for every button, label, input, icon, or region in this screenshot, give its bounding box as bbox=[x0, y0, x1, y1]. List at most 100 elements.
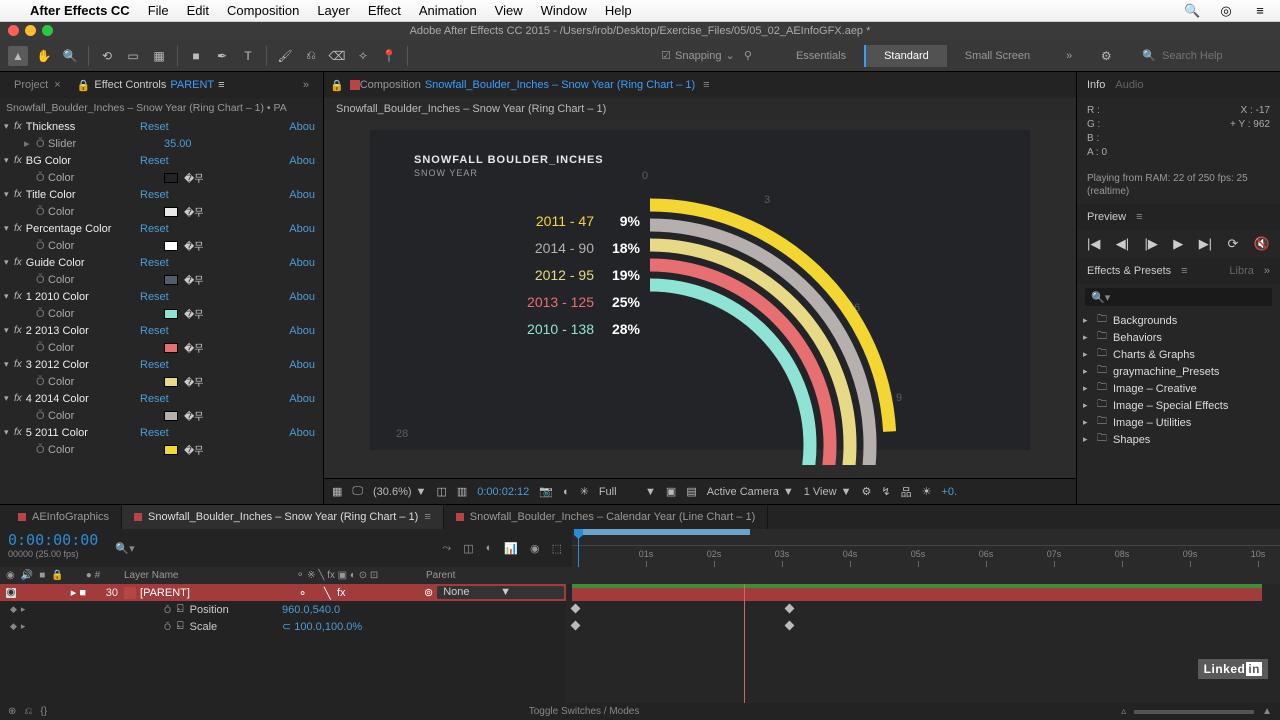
cc-icon[interactable]: ◎ bbox=[1218, 3, 1234, 19]
preset-folder[interactable]: ▸🗀Image – Creative bbox=[1083, 380, 1274, 397]
fx-property[interactable]: ŎColor�무 bbox=[0, 237, 323, 254]
menu-layer[interactable]: Layer bbox=[317, 3, 350, 18]
search-help-input[interactable] bbox=[1162, 50, 1272, 62]
comp-name[interactable]: Snowfall_Boulder_Inches – Snow Year (Rin… bbox=[425, 79, 695, 91]
about-link[interactable]: Abou bbox=[200, 291, 319, 303]
view-layout-icon[interactable]: ▣ bbox=[666, 485, 676, 498]
comp-canvas[interactable]: SNOWFALL BOULDER_INCHES SNOW YEAR 0 3 6 … bbox=[370, 130, 1030, 450]
timeline-search-icon[interactable]: 🔍▾ bbox=[110, 529, 140, 567]
exposure-val[interactable]: +0. bbox=[941, 486, 957, 498]
toggle-switches[interactable]: Toggle Switches / Modes bbox=[55, 706, 1113, 717]
eyedropper-icon[interactable]: �무 bbox=[184, 272, 203, 287]
prev-frame-icon[interactable]: ◀| bbox=[1116, 236, 1129, 252]
ws-standard[interactable]: Standard bbox=[864, 45, 947, 67]
ws-overflow[interactable]: » bbox=[1048, 45, 1090, 67]
reset-link[interactable]: Reset bbox=[140, 427, 200, 439]
workspace-settings-icon[interactable]: ⚙ bbox=[1096, 46, 1116, 66]
color-swatch[interactable] bbox=[164, 309, 178, 319]
about-link[interactable]: Abou bbox=[200, 189, 319, 201]
time-ruler[interactable]: 01s02s03s04s05s06s07s08s09s10s bbox=[572, 529, 1280, 567]
hand-tool[interactable]: ✋ bbox=[34, 46, 54, 66]
layer-name[interactable]: [PARENT] bbox=[140, 587, 294, 599]
traffic-lights[interactable] bbox=[8, 25, 53, 36]
spotlight-icon[interactable]: 🔍 bbox=[1184, 3, 1200, 19]
camera[interactable]: Active Camera ▼ bbox=[707, 486, 794, 498]
last-frame-icon[interactable]: ▶| bbox=[1199, 236, 1212, 252]
reset-link[interactable]: Reset bbox=[140, 291, 200, 303]
grid-tool[interactable]: ▦ bbox=[149, 46, 169, 66]
fast-preview-icon[interactable]: ⚙ bbox=[861, 485, 871, 498]
reset-link[interactable]: Reset bbox=[140, 257, 200, 269]
eyedropper-icon[interactable]: �무 bbox=[184, 442, 203, 457]
about-link[interactable]: Abou bbox=[200, 223, 319, 235]
channel-icon[interactable]: ◐ bbox=[563, 486, 570, 498]
color-swatch[interactable] bbox=[164, 377, 178, 387]
parent-dropdown[interactable]: None ▼ bbox=[437, 586, 564, 599]
about-link[interactable]: Abou bbox=[200, 393, 319, 405]
loop-icon[interactable]: ⟳ bbox=[1227, 236, 1238, 252]
effect-controls-tab[interactable]: 🔒 Effect Controls PARENT ≡ bbox=[69, 79, 233, 92]
preview-icon[interactable]: ↯ bbox=[881, 485, 890, 498]
eyedropper-icon[interactable]: �무 bbox=[184, 408, 203, 423]
preset-folder[interactable]: ▸🗀Shapes bbox=[1083, 431, 1274, 448]
play-icon[interactable]: |▶ bbox=[1145, 236, 1158, 252]
fx-effect[interactable]: ▾fx BG ColorResetAbou bbox=[0, 152, 323, 169]
fx-property[interactable]: ▸ŎSlider35.00 bbox=[0, 135, 323, 152]
pin-icon[interactable]: 🔒 bbox=[330, 79, 344, 92]
current-time[interactable]: 0:00:02:12 bbox=[477, 486, 529, 498]
preset-folder[interactable]: ▸🗀Image – Special Effects bbox=[1083, 397, 1274, 414]
reset-link[interactable]: Reset bbox=[140, 121, 200, 133]
current-time-indicator[interactable] bbox=[578, 529, 579, 567]
menu-effect[interactable]: Effect bbox=[368, 3, 401, 18]
eyedropper-icon[interactable]: �무 bbox=[184, 306, 203, 321]
brush-tool[interactable]: 🖌 bbox=[275, 46, 295, 66]
about-link[interactable]: Abou bbox=[200, 359, 319, 371]
fx-property[interactable]: ŎColor�무 bbox=[0, 373, 323, 390]
layer-color-swatch[interactable] bbox=[124, 587, 136, 599]
shape-tool[interactable]: ■ bbox=[186, 46, 206, 66]
rect-tool[interactable]: ▭ bbox=[123, 46, 143, 66]
eraser-tool[interactable]: ⌫ bbox=[327, 46, 347, 66]
color-swatch[interactable] bbox=[164, 275, 178, 285]
transparency-icon[interactable]: ▥ bbox=[457, 485, 467, 498]
next-frame-icon[interactable]: ▶ bbox=[1173, 236, 1183, 252]
menu-extra-icon[interactable]: ≡ bbox=[1252, 3, 1268, 18]
zoom-tool[interactable]: 🔍 bbox=[60, 46, 80, 66]
reset-link[interactable]: Reset bbox=[140, 325, 200, 337]
menu-composition[interactable]: Composition bbox=[227, 3, 299, 18]
type-tool[interactable]: T bbox=[238, 46, 258, 66]
menu-app[interactable]: After Effects CC bbox=[30, 3, 130, 18]
preset-folder[interactable]: ▸🗀Image – Utilities bbox=[1083, 414, 1274, 431]
tl-foot-icon[interactable]: {} bbox=[40, 706, 47, 717]
project-tab[interactable]: Project× bbox=[6, 79, 69, 91]
reset-link[interactable]: Reset bbox=[140, 393, 200, 405]
ws-essentials[interactable]: Essentials bbox=[778, 45, 864, 67]
fx-property[interactable]: ŎColor�무 bbox=[0, 271, 323, 288]
orbit-tool[interactable]: ⟲ bbox=[97, 46, 117, 66]
layer-row[interactable]: ◉ ▸ ■ 30 [PARENT] ⚬╲fx ⊚None ▼ bbox=[0, 584, 566, 601]
fx-effect[interactable]: ▾fx Guide ColorResetAbou bbox=[0, 254, 323, 271]
color-swatch[interactable] bbox=[164, 207, 178, 217]
puppet-tool[interactable]: 📍 bbox=[379, 46, 399, 66]
zoom-slider[interactable] bbox=[1134, 710, 1254, 714]
grid-icon[interactable]: ▦ bbox=[332, 485, 342, 498]
menu-help[interactable]: Help bbox=[605, 3, 632, 18]
menu-window[interactable]: Window bbox=[541, 3, 587, 18]
eye-col-icon[interactable]: ◉ bbox=[6, 570, 15, 581]
fx-effect[interactable]: ▾fx 5 2011 ColorResetAbou bbox=[0, 424, 323, 441]
selection-tool[interactable]: ▲ bbox=[8, 46, 28, 66]
preset-folder[interactable]: ▸🗀Charts & Graphs bbox=[1083, 346, 1274, 363]
eyedropper-icon[interactable]: �무 bbox=[184, 238, 203, 253]
roi-icon[interactable]: ◫ bbox=[436, 485, 446, 498]
property-row[interactable]: ◆▸Ŏ⍇ Position960.0,540.0 bbox=[0, 601, 566, 618]
alpha-icon[interactable]: ▤ bbox=[686, 485, 696, 498]
preset-folder[interactable]: ▸🗀graymachine_Presets bbox=[1083, 363, 1274, 380]
info-tab[interactable]: Info bbox=[1087, 79, 1105, 91]
roto-tool[interactable]: ✧ bbox=[353, 46, 373, 66]
fx-effect[interactable]: ▾fx 3 2012 ColorResetAbou bbox=[0, 356, 323, 373]
eyedropper-icon[interactable]: �무 bbox=[184, 170, 203, 185]
motion-blur-icon[interactable]: ◐ bbox=[486, 542, 493, 554]
timeline-tab[interactable]: Snowfall_Boulder_Inches – Snow Year (Rin… bbox=[122, 505, 444, 529]
fx-effect[interactable]: ▾fx 4 2014 ColorResetAbou bbox=[0, 390, 323, 407]
zoom-out-icon[interactable]: ▵ bbox=[1121, 706, 1126, 717]
